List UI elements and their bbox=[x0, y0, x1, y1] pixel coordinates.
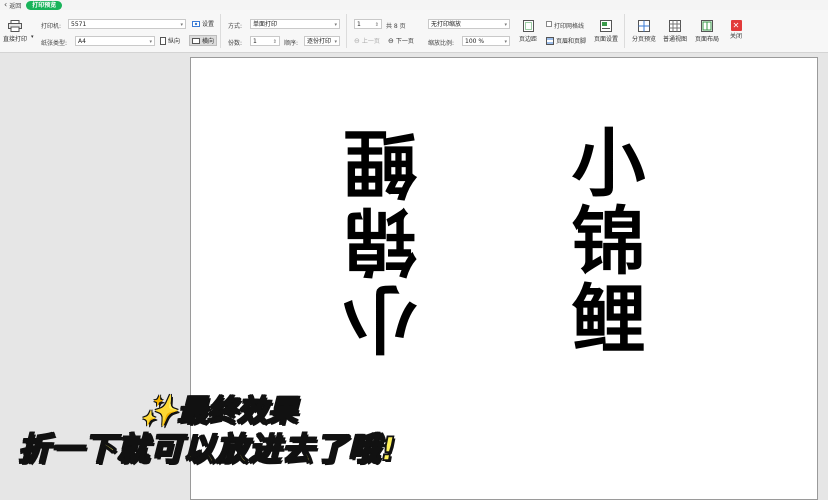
printer-select[interactable]: 5571 ▾ bbox=[68, 19, 186, 29]
scale-value: 100 % bbox=[465, 38, 485, 45]
page-number-input[interactable]: 1 ⇕ bbox=[354, 19, 382, 29]
close-button[interactable]: ✕ 关闭 bbox=[730, 20, 742, 40]
page-setup-button[interactable]: 页面设置 bbox=[594, 20, 618, 43]
back-button[interactable]: ‹ 返回 bbox=[4, 1, 21, 10]
mode-label: 方式: bbox=[228, 23, 243, 30]
margins-label: 页边距 bbox=[519, 36, 538, 43]
portrait-button[interactable]: 纵向 bbox=[158, 35, 182, 46]
mode-value: 单面打印 bbox=[253, 21, 278, 28]
page-setup-label: 页面设置 bbox=[594, 36, 619, 43]
margins-button[interactable]: 页边距 bbox=[519, 20, 537, 43]
paper-type-label: 纸张类型: bbox=[41, 40, 68, 47]
chevron-down-icon: ▾ bbox=[180, 22, 183, 28]
prev-page-button[interactable]: ⊖ 上一页 bbox=[352, 35, 382, 46]
direct-print-button[interactable]: 直接打印 bbox=[3, 20, 27, 43]
settings-button[interactable]: 设置 bbox=[190, 18, 216, 29]
portrait-icon bbox=[160, 36, 166, 45]
page-layout-button[interactable]: 页面布局 bbox=[695, 20, 719, 43]
title-strip: ‹ 返回 打印预览 bbox=[0, 0, 828, 10]
landscape-button[interactable]: 横向 bbox=[189, 35, 218, 46]
stepper-icon: ⇕ bbox=[374, 22, 379, 28]
margins-icon bbox=[522, 20, 534, 32]
header-footer-label: 页眉和页脚 bbox=[556, 38, 587, 45]
direct-print-label: 直接打印 bbox=[3, 36, 28, 43]
scale-label: 缩放比例: bbox=[428, 40, 455, 47]
page-total: 共 8 页 bbox=[386, 23, 406, 30]
chevron-left-icon: ‹ bbox=[4, 0, 8, 9]
chevron-down-icon[interactable]: ▾ bbox=[31, 34, 34, 40]
tab-print-preview[interactable]: 打印预览 bbox=[26, 0, 63, 10]
print-gridlines-label: 打印网格线 bbox=[554, 23, 585, 30]
landscape-label: 横向 bbox=[202, 38, 215, 45]
stepper-icon: ⇕ bbox=[272, 39, 277, 45]
next-page-label: 下一页 bbox=[395, 38, 414, 45]
divider bbox=[220, 14, 221, 48]
normal-view-icon bbox=[669, 20, 681, 32]
chevron-down-icon: ▾ bbox=[504, 22, 507, 28]
header-footer-button[interactable]: 页眉和页脚 bbox=[544, 35, 588, 46]
print-gridlines-checkbox[interactable] bbox=[546, 21, 552, 27]
page-break-preview-button[interactable]: 分页预览 bbox=[632, 20, 656, 43]
printer-icon bbox=[8, 20, 22, 32]
close-label: 关闭 bbox=[730, 33, 743, 40]
chevron-down-icon: ▾ bbox=[149, 39, 152, 45]
divider bbox=[624, 14, 625, 48]
printer-label: 打印机: bbox=[41, 23, 62, 30]
page-number-value: 1 bbox=[357, 21, 361, 28]
header-footer-icon bbox=[546, 36, 554, 45]
landscape-icon bbox=[192, 37, 200, 44]
copies-label: 份数: bbox=[228, 40, 243, 47]
mode-select[interactable]: 单面打印 ▾ bbox=[250, 19, 340, 29]
arrow-down-circle-icon: ⊖ bbox=[388, 36, 394, 45]
settings-icon bbox=[192, 20, 200, 27]
portrait-label: 纵向 bbox=[168, 38, 181, 45]
prev-page-label: 上一页 bbox=[361, 38, 380, 45]
preview-text-upright: 小锦鲤 bbox=[559, 124, 645, 358]
ribbon-toolbar: 直接打印 ▾ 打印机: 5571 ▾ 纸张类型: A4 ▾ 设置 纵向 横向 方… bbox=[0, 10, 828, 53]
settings-label: 设置 bbox=[202, 21, 215, 28]
next-page-button[interactable]: ⊖ 下一页 bbox=[386, 35, 416, 46]
printer-value: 5571 bbox=[71, 21, 87, 28]
paper-type-value: A4 bbox=[78, 38, 86, 45]
arrow-up-circle-icon: ⊖ bbox=[354, 36, 360, 45]
scale-input[interactable]: 100 % ▾ bbox=[462, 36, 510, 46]
chevron-down-icon: ▾ bbox=[504, 39, 507, 45]
close-icon: ✕ bbox=[730, 20, 742, 31]
order-label: 顺序: bbox=[284, 40, 299, 47]
copies-value: 1 bbox=[253, 38, 257, 45]
preview-text-rotated: 小锦鲤 bbox=[344, 124, 430, 358]
chevron-down-icon: ▾ bbox=[334, 22, 337, 28]
normal-view-button[interactable]: 普通视图 bbox=[663, 20, 687, 43]
back-label: 返回 bbox=[9, 2, 22, 10]
scale-mode-select[interactable]: 无打印缩放 ▾ bbox=[428, 19, 510, 29]
chevron-down-icon: ▾ bbox=[334, 39, 337, 45]
order-select[interactable]: 逐份打印 ▾ bbox=[304, 36, 340, 46]
page-setup-icon bbox=[600, 20, 612, 32]
page-break-icon bbox=[638, 20, 650, 32]
paper-type-select[interactable]: A4 ▾ bbox=[75, 36, 155, 46]
page-layout-icon bbox=[701, 20, 713, 32]
page-layout-label: 页面布局 bbox=[695, 36, 720, 43]
page-break-preview-label: 分页预览 bbox=[632, 36, 657, 43]
copies-stepper[interactable]: 1 ⇕ bbox=[250, 36, 280, 46]
scale-mode-value: 无打印缩放 bbox=[431, 21, 462, 28]
normal-view-label: 普通视图 bbox=[663, 36, 688, 43]
divider bbox=[346, 14, 347, 48]
order-value: 逐份打印 bbox=[307, 38, 332, 45]
caption-line-2: 折一下就可以放进去了哦! bbox=[17, 429, 397, 469]
